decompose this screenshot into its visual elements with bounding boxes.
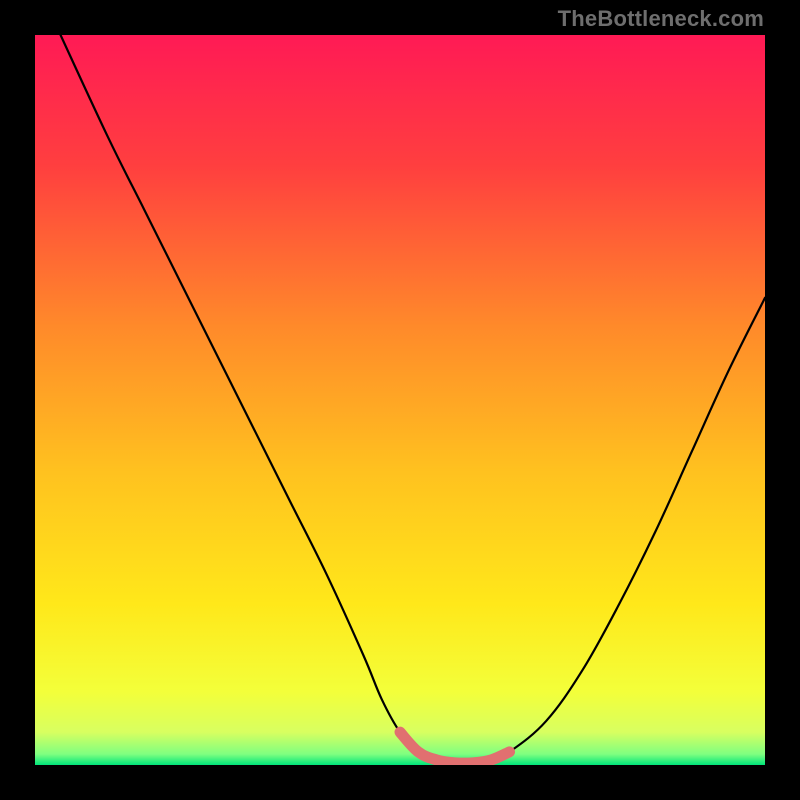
curve-layer — [35, 35, 765, 765]
plot-area — [35, 35, 765, 765]
watermark-label: TheBottleneck.com — [558, 6, 764, 32]
chart-frame: TheBottleneck.com — [0, 0, 800, 800]
bottleneck-curve — [61, 35, 765, 763]
highlight-segment — [400, 732, 510, 763]
